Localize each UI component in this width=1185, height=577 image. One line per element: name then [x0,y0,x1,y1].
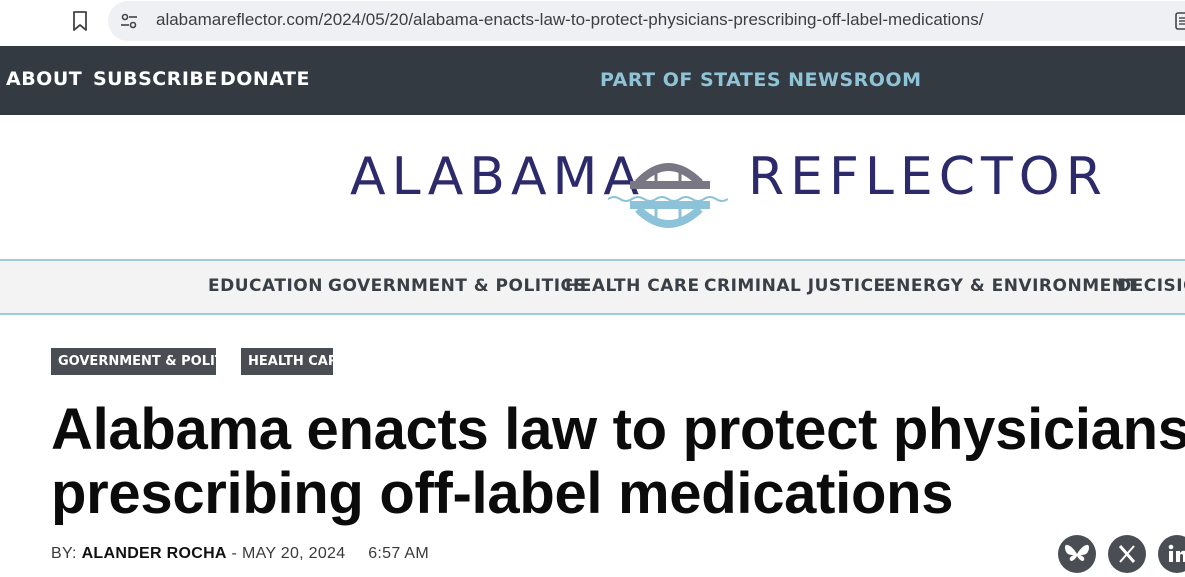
states-newsroom-link[interactable]: PART OF STATES NEWSROOM [600,69,921,91]
top-navigation: ABOUT SUBSCRIBE DONATE PART OF STATES NE… [0,46,1185,115]
byline: BY: ALANDER ROCHA - MAY 20, 2024 6:57 AM [51,545,429,563]
author-link[interactable]: ALANDER ROCHA [82,545,227,562]
byline-separator: - [231,545,238,562]
site-info-icon[interactable] [119,11,139,31]
logo-word-alabama: ALABAMA [350,147,645,207]
section-education[interactable]: EDUCATION [208,276,323,296]
section-health-care[interactable]: HEALTH CARE [565,276,700,296]
share-x-button[interactable] [1108,535,1146,573]
site-logo[interactable]: ALABAMA REFLECTOR [350,133,1102,243]
byline-prefix: BY: [51,545,77,562]
url-text[interactable]: alabamareflector.com/2024/05/20/alabama-… [156,10,983,30]
section-energy-environment[interactable]: ENERGY & ENVIRONMENT [884,276,1139,296]
linkedin-icon [1168,544,1185,562]
reader-mode-icon[interactable] [1174,11,1185,31]
publish-time: 6:57 AM [368,545,430,562]
bluesky-icon [1064,544,1090,561]
logo-word-reflector: REFLECTOR [748,147,1108,207]
headline-line-1: Alabama enacts law to protect physicians [51,397,1185,462]
section-decision[interactable]: DECISION [1117,276,1185,296]
bridge-logo-icon [608,163,728,228]
section-criminal-justice[interactable]: CRIMINAL JUSTICE [704,276,886,296]
masthead: ALABAMA REFLECTOR [0,115,1185,260]
nav-donate-link[interactable]: DONATE [220,68,310,90]
category-tag-government-politics[interactable]: GOVERNMENT & POLITICS [51,348,248,375]
x-icon [1118,545,1136,563]
section-government-politics[interactable]: GOVERNMENT & POLITICS [328,276,587,296]
category-tag-health-care[interactable]: HEALTH CARE [241,348,347,375]
bookmark-icon[interactable] [70,10,90,32]
article-headline: Alabama enacts law to protect physicians… [51,397,1185,526]
share-bluesky-button[interactable] [1058,535,1096,573]
browser-address-bar: alabamareflector.com/2024/05/20/alabama-… [0,0,1185,46]
share-linkedin-button[interactable] [1158,535,1185,573]
headline-line-2: prescribing off-label medications [51,461,954,526]
nav-subscribe-link[interactable]: SUBSCRIBE [93,68,218,90]
publish-date: MAY 20, 2024 [241,545,346,562]
nav-about-link[interactable]: ABOUT [6,68,82,90]
section-navigation: EDUCATION GOVERNMENT & POLITICS HEALTH C… [0,259,1185,315]
